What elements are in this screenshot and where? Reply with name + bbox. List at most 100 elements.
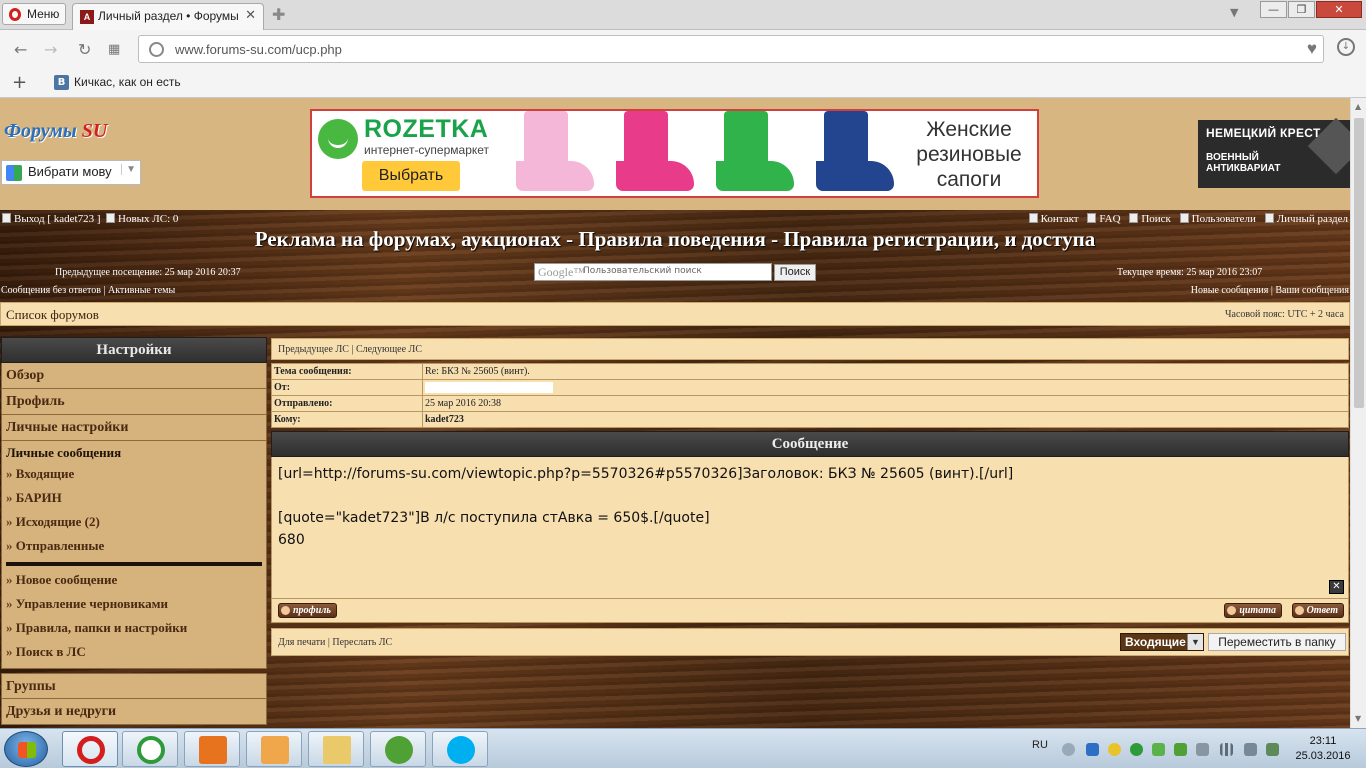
site-title[interactable]: Реклама на форумах, аукционах - Правила … xyxy=(0,227,1350,252)
bookmark-link[interactable]: Кичкас, как он есть xyxy=(74,75,181,89)
battery-icon[interactable] xyxy=(1266,743,1279,756)
nav-ucp-link[interactable]: Личный раздел xyxy=(1277,213,1348,225)
language-select[interactable]: Вибрати мову ▼ xyxy=(1,160,141,185)
nav-search-link[interactable]: Поиск xyxy=(1141,213,1171,225)
tray-app-icon[interactable] xyxy=(1108,743,1121,756)
utorrent-tray-icon[interactable] xyxy=(1174,743,1187,756)
pm-folder-sent[interactable]: » Отправленные xyxy=(6,536,262,560)
reload-icon[interactable]: ↻ xyxy=(78,40,91,59)
media-player-icon xyxy=(261,736,289,764)
pm-action-drafts[interactable]: » Управление черновиками xyxy=(6,594,262,618)
quote-button[interactable]: цитата xyxy=(1224,603,1282,618)
ad-cta-button[interactable]: Выбрать xyxy=(362,161,460,191)
close-window-button[interactable]: ✕ xyxy=(1316,1,1362,18)
new-tab-icon[interactable]: ✚ xyxy=(272,5,285,24)
tab-close-icon[interactable]: ✕ xyxy=(245,7,256,23)
folder-select[interactable]: Входящие ▼ xyxy=(1120,633,1204,651)
url-field[interactable]: www.forums-su.com/ucp.php ♥ xyxy=(138,35,1324,63)
mail-agent-tray-icon[interactable] xyxy=(1130,743,1143,756)
language-select-label: Вибрати мову xyxy=(28,164,112,179)
minimize-button[interactable]: — xyxy=(1260,1,1287,18)
forum-index-link[interactable]: Список форумов xyxy=(6,307,99,323)
tray-arrow-icon[interactable] xyxy=(1062,743,1075,756)
reply-button[interactable]: Ответ xyxy=(1291,603,1344,618)
bookmarks-bar: + B Кичкас, как он есть xyxy=(0,68,1366,98)
pm-action-options[interactable]: » Правила, папки и настройки xyxy=(6,618,262,642)
pm-action-compose[interactable]: » Новое сообщение xyxy=(6,570,262,594)
message-actions: профиль цитата Ответ xyxy=(271,599,1349,623)
taskbar-mail-agent[interactable] xyxy=(122,731,178,767)
opera-icon xyxy=(77,736,105,764)
tabs-menu-icon[interactable]: ▼ xyxy=(1230,6,1238,19)
scroll-up-icon[interactable]: ▲ xyxy=(1355,102,1361,111)
download-icon[interactable]: ↓ xyxy=(1337,38,1355,56)
opera-menu-button[interactable]: Меню xyxy=(2,3,66,25)
user-nav: Выход [ kadet723 ] Новых ЛС: 0 Контакт F… xyxy=(0,210,1350,228)
pm-action-search[interactable]: » Поиск в ЛС xyxy=(6,642,262,666)
start-button[interactable] xyxy=(4,731,48,767)
taskbar-skype[interactable] xyxy=(432,731,488,767)
maximize-button[interactable]: ❐ xyxy=(1288,1,1315,18)
delete-message-icon[interactable]: ✕ xyxy=(1329,580,1344,594)
bluetooth-icon[interactable] xyxy=(1086,743,1099,756)
to-value[interactable]: kadet723 xyxy=(422,411,1349,428)
pm-section-title[interactable]: Личные сообщения xyxy=(6,445,262,461)
sent-value: 25 мар 2016 20:38 xyxy=(422,395,1349,412)
logout-link[interactable]: Выход [ kadet723 ] xyxy=(14,213,101,225)
ad-tagline: интернет-супермаркет xyxy=(364,143,490,157)
back-icon[interactable]: ← xyxy=(14,40,27,59)
browser-tab[interactable]: A Личный раздел • Форумы ✕ xyxy=(72,3,264,30)
quick-links-left[interactable]: Сообщения без ответов | Активные темы xyxy=(1,285,175,296)
search-button[interactable]: Поиск xyxy=(774,264,816,281)
site-logo[interactable]: Форумы SU xyxy=(4,120,107,143)
rozetka-ad-banner[interactable]: ROZETKA интернет-супермаркет Выбрать Жен… xyxy=(310,109,1039,198)
nav-faq-link[interactable]: FAQ xyxy=(1099,213,1120,225)
google-logo: Google™ xyxy=(538,265,586,279)
pm-bottom-bar: Для печати | Переслать ЛС Входящие ▼ Пер… xyxy=(271,628,1349,656)
tray-app-icon[interactable] xyxy=(1152,743,1165,756)
language-indicator[interactable]: RU xyxy=(1032,739,1048,751)
clock-date: 25.03.2016 xyxy=(1295,750,1351,762)
sidebar-item-profile[interactable]: Профиль xyxy=(1,389,267,415)
bookmark-heart-icon[interactable]: ♥ xyxy=(1307,39,1317,59)
add-bookmark-icon[interactable]: + xyxy=(12,72,27,93)
divider xyxy=(6,562,262,566)
nav-members-link[interactable]: Пользователи xyxy=(1192,213,1256,225)
device-icon[interactable] xyxy=(1196,743,1209,756)
move-to-folder-button[interactable]: Переместить в папку xyxy=(1208,633,1346,651)
pm-folder-barin[interactable]: » БАРИН xyxy=(6,488,262,512)
volume-icon[interactable] xyxy=(1244,743,1257,756)
google-search-input[interactable]: Google™ Пользовательский поиск xyxy=(534,263,772,281)
taskbar-opera[interactable] xyxy=(62,731,118,767)
print-forward-links[interactable]: Для печати | Переслать ЛС xyxy=(278,637,392,648)
sidebar-item-overview[interactable]: Обзор xyxy=(1,363,267,389)
new-pm-link[interactable]: Новых ЛС: 0 xyxy=(118,213,178,225)
quick-links-right[interactable]: Новые сообщения | Ваши сообщения xyxy=(1191,285,1349,296)
pm-folder-inbox[interactable]: » Входящие xyxy=(6,464,262,488)
sidebar-item-groups[interactable]: Группы xyxy=(1,673,267,699)
logo-accent: SU xyxy=(81,120,108,142)
forward-icon[interactable]: → xyxy=(44,40,57,59)
scroll-down-icon[interactable]: ▼ xyxy=(1355,714,1361,723)
site-info-icon[interactable] xyxy=(149,42,164,57)
clock[interactable]: 23:11 25.03.2016 xyxy=(1295,734,1351,764)
speed-dial-icon[interactable]: ▦ xyxy=(108,42,120,57)
taskbar-media-player[interactable] xyxy=(246,731,302,767)
page-scrollbar[interactable]: ▲ ▼ xyxy=(1350,98,1366,728)
sent-label: Отправлено: xyxy=(271,395,423,412)
sidebar-pm-section: Личные сообщения » Входящие » БАРИН » Ис… xyxy=(1,441,267,669)
taskbar-explorer[interactable] xyxy=(308,731,364,767)
profile-button[interactable]: профиль xyxy=(278,603,337,618)
opera-logo-icon xyxy=(9,8,21,21)
nav-contact-link[interactable]: Контакт xyxy=(1041,213,1079,225)
redacted-sender xyxy=(425,381,553,393)
antique-ad-banner[interactable]: НЕМЕЦКИЙ КРЕСТ ВОЕННЫЙ АНТИКВАРИАТ xyxy=(1198,117,1350,188)
sidebar-item-friends[interactable]: Друзья и недруги xyxy=(1,699,267,725)
taskbar-utorrent[interactable] xyxy=(370,731,426,767)
pm-folder-outbox[interactable]: » Исходящие (2) xyxy=(6,512,262,536)
sidebar-item-preferences[interactable]: Личные настройки xyxy=(1,415,267,441)
signal-icon[interactable] xyxy=(1220,743,1233,756)
pm-navigation[interactable]: Предыдущее ЛС | Следующее ЛС xyxy=(271,338,1349,360)
scrollbar-thumb[interactable] xyxy=(1354,118,1364,408)
taskbar-office[interactable] xyxy=(184,731,240,767)
